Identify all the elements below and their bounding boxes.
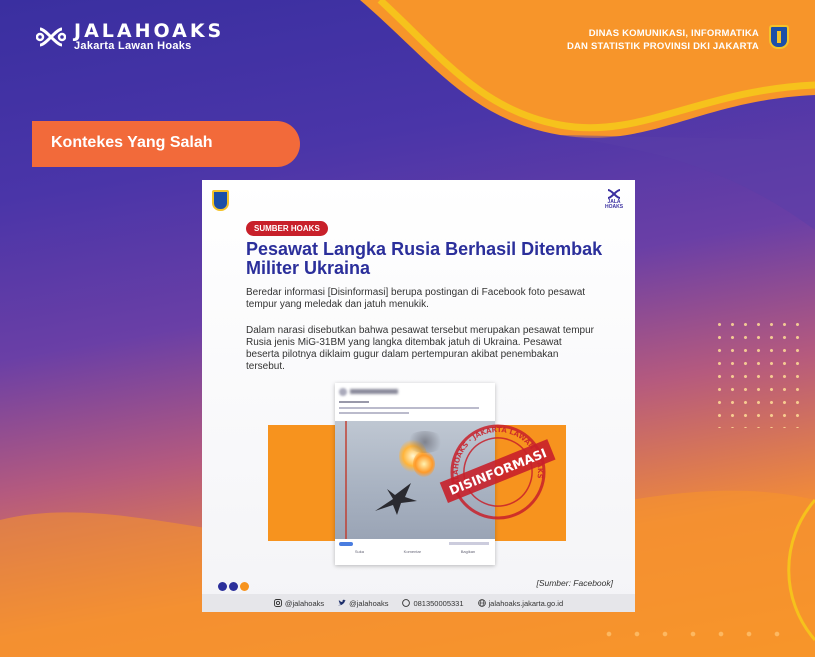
category-label: Kontekes Yang Salah [32,121,300,167]
globe-icon [477,599,486,607]
card-logo-text: JALA HOAKS [604,199,624,210]
twitter-icon [338,599,347,606]
headline: Pesawat Langka Rusia Berhasil Ditembak M… [246,239,603,278]
whatsapp-icon [402,599,411,607]
instagram-handle: @jalahoaks [284,598,325,608]
instagram-icon [273,599,282,607]
footer-twitter[interactable]: @jalahoaks [338,599,388,608]
card-jalahoaks-logo: JALA HOAKS [603,188,625,210]
hoax-card: JALA HOAKS SUMBER HOAKS Pesawat Langka R… [202,180,635,612]
post-action-share: Bagikan [460,549,476,554]
brand-name: JALAHOAKS [74,20,225,42]
footer-instagram[interactable]: @jalahoaks [273,598,325,608]
agency-line-2: DAN STATISTIK PROVINSI DKI JAKARTA [566,41,759,52]
footer-website[interactable]: jalahoaks.jakarta.go.id [477,598,564,608]
card-footer: @jalahoaks @jalahoaks 081350005331 jalah… [202,594,635,612]
source-note: [Sumber: Facebook] [536,578,613,588]
whatsapp-number: 081350005331 [413,598,464,608]
card-crest-icon [212,190,229,211]
dot-3 [240,582,249,591]
post-action-like: Suka [354,549,364,554]
footer-whatsapp[interactable]: 081350005331 [402,598,464,608]
jalahoaks-logo: JALAHOAKS Jakarta Lawan Hoaks [36,22,224,52]
post-text-line [339,407,479,409]
post-text-line [339,401,369,403]
post-action-comment: Komentar [403,549,421,554]
infographic: JALAHOAKS Jakarta Lawan Hoaks DINAS KOMU… [0,0,815,657]
dki-crest-icon [769,25,789,49]
decorative-dots-bottom [595,625,785,643]
post-text-line [339,412,409,414]
dot-2 [229,582,238,591]
infinity-logo-icon [36,27,66,47]
agency-line-1: DINAS KOMUNIKASI, INFORMATIKA [588,28,759,39]
paragraph-1: Beredar informasi [Disinformasi] berupa … [246,287,586,310]
post-footer: Suka Komentar Bagikan [335,539,495,565]
twitter-handle: @jalahoaks [349,598,389,608]
post-author-blurred [350,389,398,394]
dot-1 [218,582,227,591]
agency-name: DINAS KOMUNIKASI, INFORMATIKA DAN STATIS… [567,27,759,53]
website-url: jalahoaks.jakarta.go.id [488,598,564,608]
fighter-jet-icon [375,483,417,515]
decorative-dots [713,318,801,428]
post-header [335,383,495,421]
card-dots [218,582,249,591]
source-badge: SUMBER HOAKS [246,221,328,236]
post-avatar [339,388,347,396]
paragraph-2: Dalam narasi disebutkan bahwa pesawat te… [246,325,594,372]
orange-block-left [268,425,335,541]
